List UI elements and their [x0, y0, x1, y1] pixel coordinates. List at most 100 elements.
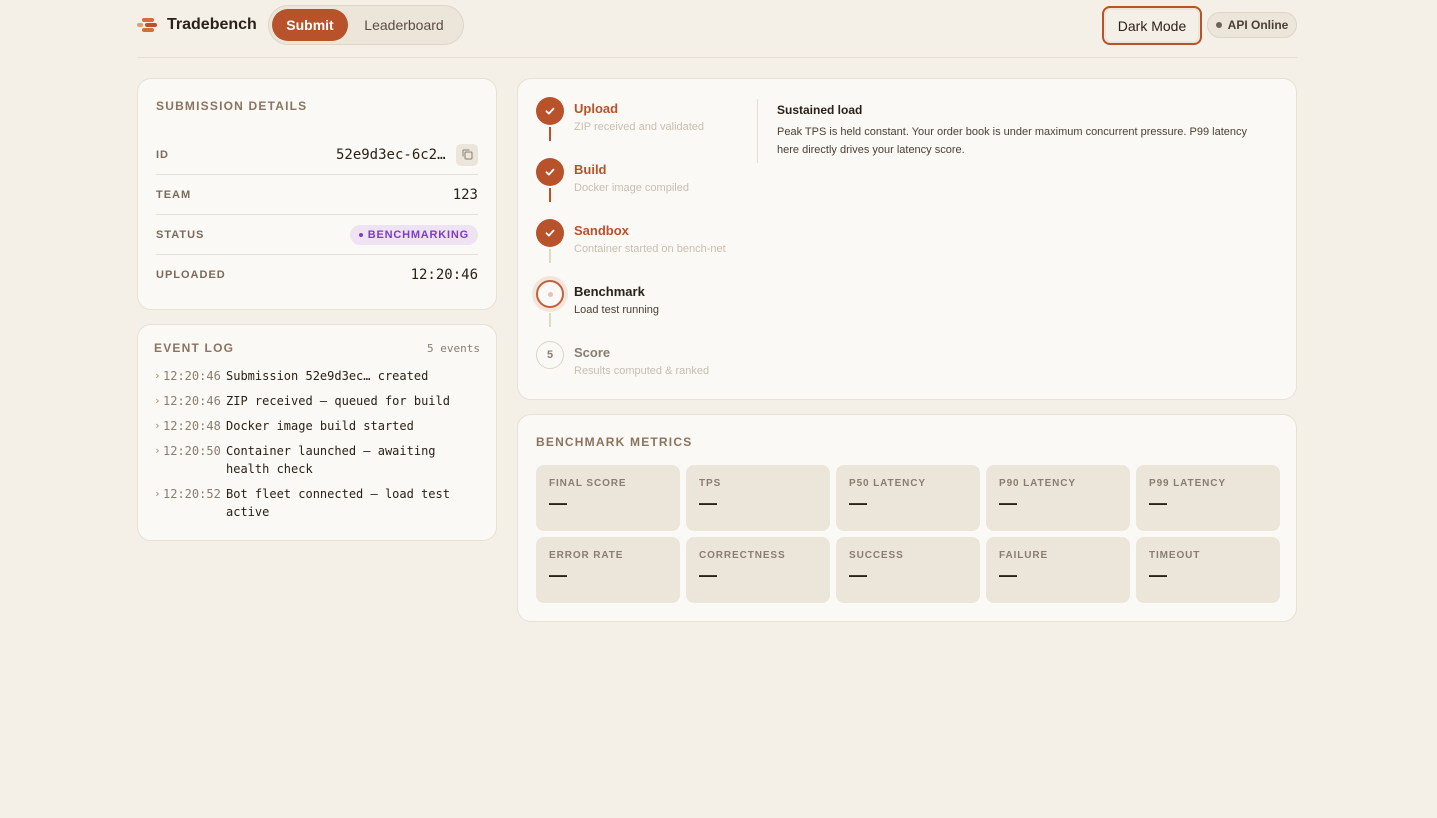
metric-value: — — [699, 493, 717, 513]
step-connector — [549, 249, 551, 263]
chevron-right-icon: › — [154, 487, 161, 500]
metric-label: TPS — [699, 478, 722, 489]
metric-p50-latency: P50 LATENCY — — [836, 465, 980, 531]
status-dot-icon — [358, 232, 363, 237]
check-icon — [536, 219, 564, 247]
top-bar: Tradebench Submit Leaderboard Dark Mode … — [137, 0, 1297, 58]
event-time: 12:20:50 — [163, 444, 221, 458]
status-dot-icon — [1215, 22, 1222, 28]
metric-timeout: TIMEOUT — — [1136, 537, 1280, 603]
metric-error-rate: ERROR RATE — — [536, 537, 680, 603]
status-badge: BENCHMARKING — [349, 224, 478, 245]
metric-label: TIMEOUT — [1149, 550, 1201, 561]
chevron-right-icon: › — [154, 394, 161, 407]
event-message: ZIP received — queued for build — [226, 394, 450, 408]
submission-details-title: SUBMISSION DETAILS — [156, 99, 308, 113]
team-value: 123 — [452, 186, 478, 203]
metric-label: SUCCESS — [849, 550, 904, 561]
list-item: › 12:20:52 Bot fleet connected — load te… — [154, 485, 480, 521]
copy-icon — [462, 149, 472, 160]
step-subtitle: Load test running — [574, 304, 660, 316]
step-title: Build — [574, 162, 607, 177]
detail-row-uploaded: UPLOADED 12:20:46 — [156, 255, 478, 295]
benchmark-metrics-card: BENCHMARK METRICS FINAL SCORE — TPS — P5… — [517, 414, 1297, 622]
metric-label: FINAL SCORE — [549, 478, 627, 489]
submission-id-value: 52e9d3ec-6c2… — [335, 146, 446, 163]
copy-id-button[interactable] — [456, 143, 478, 166]
metric-value: — — [999, 565, 1017, 585]
step-upload: Upload ZIP received and validated — [536, 97, 756, 147]
detail-label: TEAM — [156, 188, 192, 201]
api-status-label: API Online — [1227, 18, 1289, 32]
step-connector — [549, 127, 551, 141]
step-sandbox: Sandbox Container started on bench-net — [536, 219, 756, 269]
metric-p99-latency: P99 LATENCY — — [1136, 465, 1280, 531]
event-time: 12:20:48 — [163, 419, 221, 433]
nav-leaderboard-tab[interactable]: Leaderboard — [348, 9, 460, 41]
check-icon — [536, 97, 564, 125]
metrics-grid: FINAL SCORE — TPS — P50 LATENCY — P90 LA… — [536, 465, 1280, 603]
dark-mode-button[interactable]: Dark Mode — [1102, 6, 1202, 45]
metric-value: — — [699, 565, 717, 585]
chevron-right-icon: › — [154, 444, 161, 457]
brand-name: Tradebench — [167, 16, 257, 33]
phase-description: Sustained load Peak TPS is held constant… — [777, 103, 1257, 159]
api-status-badge: API Online — [1207, 12, 1297, 38]
brand[interactable]: Tradebench — [137, 14, 257, 36]
metric-label: CORRECTNESS — [699, 550, 786, 561]
metric-success: SUCCESS — — [836, 537, 980, 603]
metric-value: — — [849, 565, 867, 585]
event-log-card: EVENT LOG 5 events › 12:20:46 Submission… — [137, 324, 497, 541]
uploaded-value: 12:20:46 — [410, 267, 478, 283]
chevron-right-icon: › — [154, 419, 161, 432]
metric-tps: TPS — — [686, 465, 830, 531]
detail-label: UPLOADED — [156, 269, 226, 281]
phase-text: Peak TPS is held constant. Your order bo… — [777, 126, 1247, 156]
step-title: Upload — [574, 101, 619, 116]
detail-label: ID — [156, 148, 169, 161]
event-time: 12:20:46 — [163, 394, 221, 408]
metric-label: P99 LATENCY — [1149, 478, 1226, 489]
metric-label: FAILURE — [999, 550, 1049, 561]
metric-correctness: CORRECTNESS — — [686, 537, 830, 603]
metric-value: — — [549, 565, 567, 585]
step-title: Benchmark — [574, 284, 645, 299]
metric-value: — — [549, 493, 567, 513]
step-connector — [549, 188, 551, 202]
event-time: 12:20:46 — [163, 369, 221, 383]
main-nav: Submit Leaderboard — [268, 5, 464, 45]
metric-label: P50 LATENCY — [849, 478, 926, 489]
metric-label: P90 LATENCY — [999, 478, 1076, 489]
nav-submit-tab[interactable]: Submit — [272, 9, 348, 41]
metric-value: — — [999, 493, 1017, 513]
step-title: Score — [574, 345, 611, 360]
metrics-title: BENCHMARK METRICS — [536, 435, 693, 449]
detail-row-status: STATUS BENCHMARKING — [156, 215, 478, 255]
chevron-right-icon: › — [154, 369, 161, 382]
list-item: › 12:20:46 Submission 52e9d3ec… created — [154, 367, 480, 385]
status-badge-label: BENCHMARKING — [367, 228, 469, 241]
list-item: › 12:20:50 Container launched — awaiting… — [154, 442, 480, 478]
event-count: 5 events — [427, 341, 480, 355]
event-list: › 12:20:46 Submission 52e9d3ec… created … — [154, 367, 480, 521]
divider — [757, 99, 758, 163]
phase-title: Sustained load — [777, 103, 863, 117]
metric-label: ERROR RATE — [549, 550, 624, 561]
metric-final-score: FINAL SCORE — — [536, 465, 680, 531]
step-title: Sandbox — [574, 223, 629, 238]
event-time: 12:20:52 — [163, 487, 221, 501]
event-message: Bot fleet connected — load test active — [226, 487, 450, 519]
event-message: Container launched — awaiting health che… — [226, 444, 436, 476]
step-connector — [549, 313, 551, 327]
tradebench-logo-icon — [137, 18, 157, 32]
submission-details-card: SUBMISSION DETAILS ID 52e9d3ec-6c2… TEAM… — [137, 78, 497, 310]
event-message: Docker image build started — [226, 419, 414, 433]
metric-value: — — [1149, 565, 1167, 585]
metric-failure: FAILURE — — [986, 537, 1130, 603]
step-subtitle: Docker image compiled — [574, 182, 689, 194]
step-score: 5 Score Results computed & ranked — [536, 341, 756, 391]
metric-value: — — [849, 493, 867, 513]
event-log-title: EVENT LOG — [154, 341, 235, 355]
event-message: Submission 52e9d3ec… created — [226, 369, 429, 383]
list-item: › 12:20:48 Docker image build started — [154, 417, 480, 435]
